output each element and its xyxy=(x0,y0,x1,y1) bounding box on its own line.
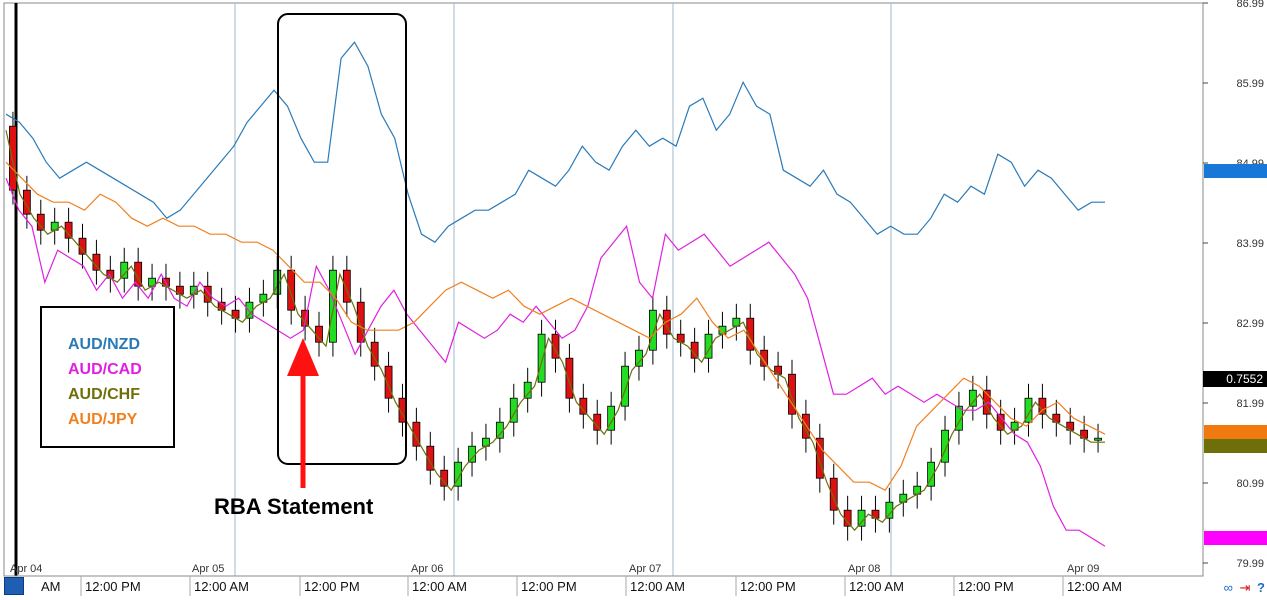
candle-body xyxy=(885,501,894,519)
x-date-label: Apr 05 xyxy=(192,563,224,575)
corner-toolbar: ∞ ⇥ ? xyxy=(1221,580,1265,596)
candle-body xyxy=(64,221,73,239)
candle-body xyxy=(857,509,866,527)
candle-body xyxy=(440,469,449,487)
legend-item-aud-jpy: AUD/JPY xyxy=(68,411,138,428)
candle-body xyxy=(120,261,129,279)
x-date-label: Apr 08 xyxy=(848,563,880,575)
candle-body xyxy=(315,325,323,343)
candle-body xyxy=(287,269,296,311)
candle-body xyxy=(245,301,254,319)
price-marker-aud-jpy xyxy=(1204,425,1267,439)
y-tick-label: 82.99 xyxy=(1236,318,1264,330)
legend-item-aud-cad: AUD/CAD xyxy=(68,361,142,378)
x-time-label: 12:00 PM xyxy=(958,579,1014,594)
y-tick-label: 86.99 xyxy=(1236,0,1264,10)
x-date-label: Apr 04 xyxy=(10,563,42,575)
candle-body xyxy=(468,445,476,463)
candle-body xyxy=(815,437,824,479)
candle-body xyxy=(92,253,101,271)
y-tick-label: 80.99 xyxy=(1236,478,1264,490)
menu-icon[interactable] xyxy=(4,577,24,595)
rba-statement-annotation: RBA Statement xyxy=(214,494,374,519)
x-time-label: 12:00 AM xyxy=(194,579,249,594)
legend: AUD/NZD AUD/CAD AUD/CHF AUD/JPY xyxy=(40,306,175,448)
candle-body xyxy=(342,269,351,303)
candle-body xyxy=(36,213,45,231)
x-time-label: AM xyxy=(41,579,61,594)
x-time-label: 12:00 AM xyxy=(412,579,467,594)
current-price-tag: 0.7552 xyxy=(1203,371,1267,387)
chart-canvas: 86.9985.9984.9983.9982.9981.9980.9979.99… xyxy=(0,0,1267,600)
candle-body xyxy=(9,125,17,191)
y-tick-label: 85.99 xyxy=(1236,78,1264,90)
y-tick-label: 83.99 xyxy=(1236,238,1264,250)
x-time-label: 12:00 AM xyxy=(630,579,685,594)
candle-body xyxy=(829,477,838,511)
price-marker-aud-cad xyxy=(1204,531,1267,545)
x-time-label: 12:00 AM xyxy=(849,579,904,594)
x-time-label: 12:00 PM xyxy=(304,579,360,594)
candle-body xyxy=(843,509,852,527)
candle-body xyxy=(565,357,574,399)
x-time-label: 12:00 PM xyxy=(85,579,141,594)
help-icon[interactable]: ? xyxy=(1257,580,1265,595)
candle-body xyxy=(690,341,699,359)
x-time-label: 12:00 PM xyxy=(521,579,577,594)
x-time-label: 12:00 AM xyxy=(1067,579,1122,594)
candle-body xyxy=(78,237,87,255)
candle-body xyxy=(593,413,602,431)
scroll-right-icon[interactable]: ⇥ xyxy=(1240,580,1251,595)
x-date-label: Apr 09 xyxy=(1067,563,1099,575)
x-date-label: Apr 07 xyxy=(629,563,661,575)
candle-body xyxy=(579,397,588,415)
candle-body xyxy=(746,317,755,351)
candle-body xyxy=(648,309,657,351)
link-icon[interactable]: ∞ xyxy=(1224,580,1233,595)
candle-body xyxy=(356,301,365,343)
candle-body xyxy=(968,389,977,407)
price-marker-aud-nzd xyxy=(1204,164,1267,178)
candle-body xyxy=(384,365,393,399)
y-tick-label: 79.99 xyxy=(1236,558,1264,570)
legend-item-aud-nzd: AUD/NZD xyxy=(68,336,140,353)
candle-body xyxy=(495,421,504,439)
candle-body xyxy=(1094,437,1102,441)
legend-item-aud-chf: AUD/CHF xyxy=(68,386,140,403)
price-marker-aud-chf xyxy=(1204,439,1267,453)
y-tick-label: 81.99 xyxy=(1236,398,1264,410)
candle-body xyxy=(537,333,546,383)
current-price-label: 0.7552 xyxy=(1226,372,1263,386)
candle-body xyxy=(621,365,629,407)
x-time-label: 12:00 PM xyxy=(740,579,796,594)
candle-body xyxy=(635,349,643,367)
x-date-label: Apr 06 xyxy=(411,563,443,575)
candle-body xyxy=(523,381,532,399)
